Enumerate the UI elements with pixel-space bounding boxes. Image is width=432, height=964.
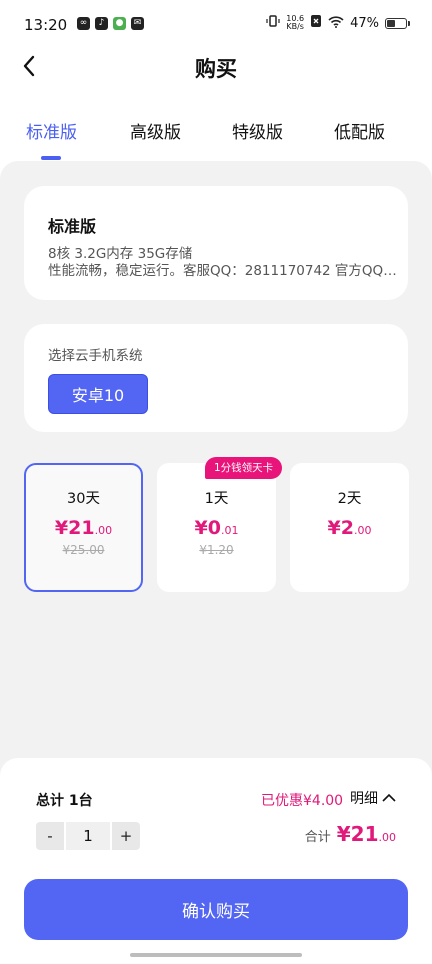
sim-off-icon	[310, 14, 322, 32]
status-time: 13:20	[24, 16, 68, 34]
price-decimal: .00	[353, 524, 372, 537]
home-indicator[interactable]	[130, 953, 302, 957]
system-indicators: 10.6 KB/s 47%	[266, 14, 410, 32]
currency-symbol: ¥	[327, 517, 341, 539]
net-speed: 10.6 KB/s	[286, 15, 304, 31]
vibrate-icon	[266, 14, 280, 32]
sum-integer: ¥21	[336, 822, 379, 846]
plan-original-price: ¥1.20	[199, 543, 234, 557]
plan-1-day[interactable]: 1天 ¥0.01 ¥1.20	[157, 463, 276, 592]
app-badge-icon: ●	[113, 17, 126, 30]
wifi-icon	[328, 15, 344, 32]
system-select-card: 选择云手机系统 安卓10	[24, 324, 408, 432]
sum-value: ¥21.00	[337, 822, 396, 846]
plan-30-days[interactable]: 30天 ¥21.00 ¥25.00	[24, 463, 143, 592]
app-notification-icon: ∞	[77, 17, 90, 30]
currency-symbol: ¥	[194, 517, 208, 539]
plan-duration: 30天	[67, 491, 100, 507]
tab-premium[interactable]: 特级版	[232, 118, 283, 143]
discount-amount: 已优惠¥4.00	[261, 793, 344, 809]
message-icon: ✉	[131, 17, 144, 30]
status-bar: 13:20 ∞ ♪ ● ✉ 10.6 KB/s 47%	[0, 0, 432, 50]
price-decimal: .01	[220, 524, 239, 537]
order-sum: 合计 ¥21.00	[305, 822, 396, 846]
sum-decimal: .00	[378, 831, 397, 844]
plan-2-days[interactable]: 2天 ¥2.00	[290, 463, 409, 592]
plan-original-price: ¥25.00	[62, 543, 105, 557]
price-integer: 0	[207, 517, 221, 539]
sum-label: 合计	[304, 830, 331, 845]
system-label: 选择云手机系统	[48, 348, 143, 364]
checkout-panel: 总计 1台 已优惠¥4.00 明细 - 1 + 合计 ¥21.00 确认购买	[0, 758, 432, 964]
tiktok-icon: ♪	[95, 17, 108, 30]
edition-tabs: 标准版 高级版 特级版 低配版	[0, 118, 432, 162]
currency-symbol: ¥	[54, 517, 69, 539]
plan-duration: 2天	[337, 491, 362, 507]
chevron-up-icon	[382, 793, 396, 802]
tab-standard[interactable]: 标准版	[26, 118, 77, 143]
confirm-purchase-button[interactable]: 确认购买	[24, 879, 408, 940]
detail-toggle[interactable]: 明细	[350, 788, 396, 808]
price-integer: 21	[68, 517, 95, 539]
increase-button[interactable]: +	[112, 822, 140, 850]
detail-label: 明细	[350, 791, 378, 807]
battery-percent: 47%	[350, 15, 379, 31]
product-description: 性能流畅，稳定运行。客服QQ：2811170742 官方QQ群：…	[48, 263, 400, 279]
net-speed-unit: KB/s	[286, 22, 304, 31]
plan-price: ¥2.00	[290, 517, 409, 539]
plan-price: ¥21.00	[26, 517, 141, 539]
price-integer: 2	[340, 517, 354, 539]
total-units-label: 总计 1台	[36, 793, 93, 809]
product-info-card: 标准版 8核 3.2G内存 35G存储 性能流畅，稳定运行。客服QQ：28111…	[24, 186, 408, 300]
title-bar: 购买	[0, 48, 432, 88]
price-decimal: .00	[94, 524, 113, 537]
plan-duration: 1天	[204, 491, 229, 507]
quantity-value[interactable]: 1	[64, 822, 112, 850]
tab-basic[interactable]: 低配版	[334, 118, 385, 143]
plan-price: ¥0.01	[157, 517, 276, 539]
android-10-option[interactable]: 安卓10	[48, 374, 148, 414]
tab-advanced[interactable]: 高级版	[130, 118, 181, 143]
purchase-page: 13:20 ∞ ♪ ● ✉ 10.6 KB/s 47% 购买 标准版 高级版 特…	[0, 0, 432, 964]
tab-indicator	[41, 156, 61, 160]
battery-icon	[385, 17, 410, 29]
quantity-stepper: - 1 +	[36, 822, 140, 850]
product-name: 标准版	[48, 217, 97, 236]
notification-icons: ∞ ♪ ● ✉	[77, 17, 144, 30]
page-title: 购买	[195, 57, 237, 81]
decrease-button[interactable]: -	[36, 822, 64, 850]
promo-badge: 1分钱领天卡	[205, 457, 283, 479]
